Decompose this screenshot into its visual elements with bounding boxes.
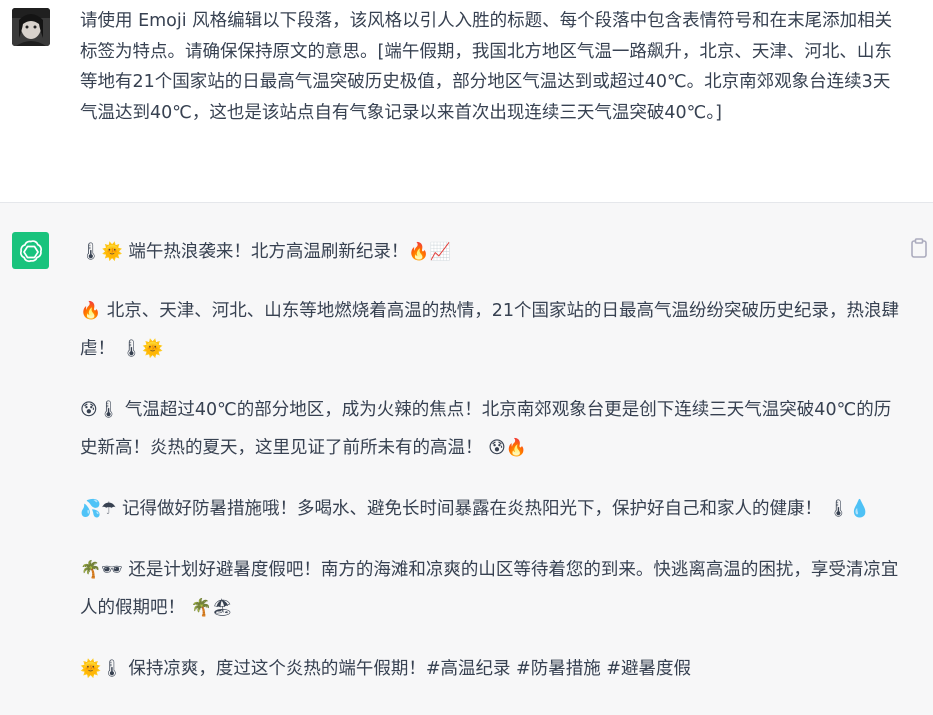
clipboard-icon (911, 238, 927, 258)
answer-title: 🌡🌞 端午热浪袭来！北方高温刷新纪录！🔥📈 (80, 233, 900, 271)
paragraph-text: 保持凉爽，度过这个炎热的端午假期！#高温纪录 #防暑措施 #避暑度假 (128, 659, 691, 679)
paragraph-text: 北京、天津、河北、山东等地燃烧着高温的热情，21个国家站的日最高气温纷纷突破历史… (80, 301, 900, 359)
user-message: 请使用 Emoji 风格编辑以下段落，该风格以引人入胜的标题、每个段落中包含表情… (0, 0, 933, 203)
paragraph-text: 端午热浪袭来！北方高温刷新纪录！ (128, 242, 409, 262)
answer-paragraph: 😰🌡 气温超过40℃的部分地区，成为火辣的焦点！北京南郊观象台更是创下连续三天气… (80, 391, 900, 467)
answer-paragraph: 🌞🌡 保持凉爽，度过这个炎热的端午假期！#高温纪录 #防暑措施 #避暑度假 (80, 650, 900, 688)
user-avatar (12, 8, 50, 46)
anxious-thermometer-emoji: 😰🌡 (80, 400, 120, 420)
assistant-message: 🌡🌞 端午热浪袭来！北方高温刷新纪录！🔥📈 🔥 北京、天津、河北、山东等地燃烧着… (0, 203, 933, 715)
copy-button[interactable] (909, 237, 929, 259)
anxious-fire-emoji: 😰🔥 (488, 438, 527, 458)
paragraph-text: 气温超过40℃的部分地区，成为火辣的焦点！北京南郊观象台更是创下连续三天气温突破… (80, 400, 892, 458)
palm-sunglasses-emoji: 🌴🕶 (80, 560, 123, 580)
sun-thermometer-emoji: 🌞🌡 (80, 659, 123, 679)
answer-paragraph: 🌴🕶 还是计划好避暑度假吧！南方的海滩和凉爽的山区等待着您的到来。快逃离高温的困… (80, 551, 900, 627)
answer-paragraph: 💦☂ 记得做好防暑措施哦！多喝水、避免长时间暴露在炎热阳光下，保护好自己和家人的… (80, 490, 900, 528)
chatgpt-avatar (12, 232, 49, 269)
thermometer-sun-emoji: 🌡🌞 (80, 242, 123, 262)
answer-paragraph: 🔥 北京、天津、河北、山东等地燃烧着高温的热情，21个国家站的日最高气温纷纷突破… (80, 292, 900, 368)
palm-beach-emoji: 🌴🏖 (190, 598, 234, 618)
assistant-answer: 🌡🌞 端午热浪袭来！北方高温刷新纪录！🔥📈 🔥 北京、天津、河北、山东等地燃烧着… (80, 233, 900, 688)
user-avatar-photo (12, 8, 50, 46)
water-umbrella-emoji: 💦☂ (80, 499, 117, 519)
chatgpt-logo-icon (19, 239, 42, 262)
thermometer-droplet-emoji: 🌡💧 (827, 499, 871, 519)
fire-chart-emoji: 🔥📈 (408, 242, 451, 262)
thermometer-sun-emoji: 🌡🌞 (120, 339, 164, 359)
user-prompt-text: 请使用 Emoji 风格编辑以下段落，该风格以引人入胜的标题、每个段落中包含表情… (80, 11, 893, 123)
paragraph-text: 记得做好防暑措施哦！多喝水、避免长时间暴露在炎热阳光下，保护好自己和家人的健康！ (122, 499, 822, 519)
fire-emoji: 🔥 (80, 301, 102, 321)
